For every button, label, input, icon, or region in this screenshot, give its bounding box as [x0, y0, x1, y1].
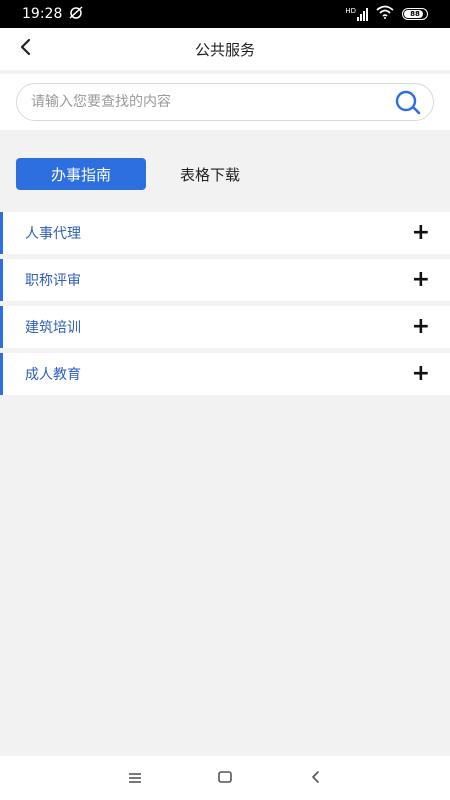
- list-item-hr-agency[interactable]: 人事代理 +: [0, 212, 450, 254]
- tab-form-download[interactable]: 表格下载: [160, 158, 260, 190]
- plus-icon[interactable]: +: [412, 222, 430, 244]
- signal-icon: HD: [345, 7, 368, 21]
- tab-bar: 办事指南 表格下载: [16, 158, 260, 190]
- search-icon[interactable]: [391, 87, 425, 117]
- battery-icon: 88: [402, 8, 428, 20]
- page-title: 公共服务: [194, 40, 255, 59]
- search-box: [16, 83, 434, 121]
- alarm-off-icon: [68, 5, 84, 23]
- search-input[interactable]: [31, 94, 391, 110]
- home-button[interactable]: [210, 763, 240, 793]
- back-nav-button[interactable]: [300, 763, 330, 793]
- status-right: HD 88: [345, 5, 428, 23]
- status-time: 19:28: [22, 6, 63, 22]
- system-nav-bar: [0, 756, 450, 800]
- app-header: 公共服务: [0, 28, 450, 70]
- status-bar: 19:28 HD 88: [0, 0, 450, 28]
- list-item-label: 人事代理: [25, 226, 81, 242]
- back-icon: [309, 769, 321, 788]
- battery-level: 88: [410, 10, 420, 18]
- home-icon: [217, 769, 233, 788]
- back-button[interactable]: [10, 34, 40, 64]
- list-item-label: 成人教育: [25, 367, 81, 383]
- wifi-icon: [376, 5, 394, 23]
- service-list: 人事代理 + 职称评审 + 建筑培训 + 成人教育 +: [0, 212, 450, 400]
- chevron-left-icon: [18, 38, 32, 60]
- list-item-adult-education[interactable]: 成人教育 +: [0, 353, 450, 395]
- tab-guide[interactable]: 办事指南: [16, 158, 146, 190]
- plus-icon[interactable]: +: [412, 269, 430, 291]
- list-item-construction-training[interactable]: 建筑培训 +: [0, 306, 450, 348]
- menu-icon: [127, 769, 143, 788]
- list-item-title-review[interactable]: 职称评审 +: [0, 259, 450, 301]
- list-item-label: 建筑培训: [25, 320, 81, 336]
- network-type-label: HD: [345, 7, 356, 15]
- search-section: [0, 74, 450, 130]
- plus-icon[interactable]: +: [412, 363, 430, 385]
- list-item-label: 职称评审: [25, 273, 81, 289]
- menu-button[interactable]: [120, 763, 150, 793]
- status-left: 19:28: [22, 5, 84, 23]
- plus-icon[interactable]: +: [412, 316, 430, 338]
